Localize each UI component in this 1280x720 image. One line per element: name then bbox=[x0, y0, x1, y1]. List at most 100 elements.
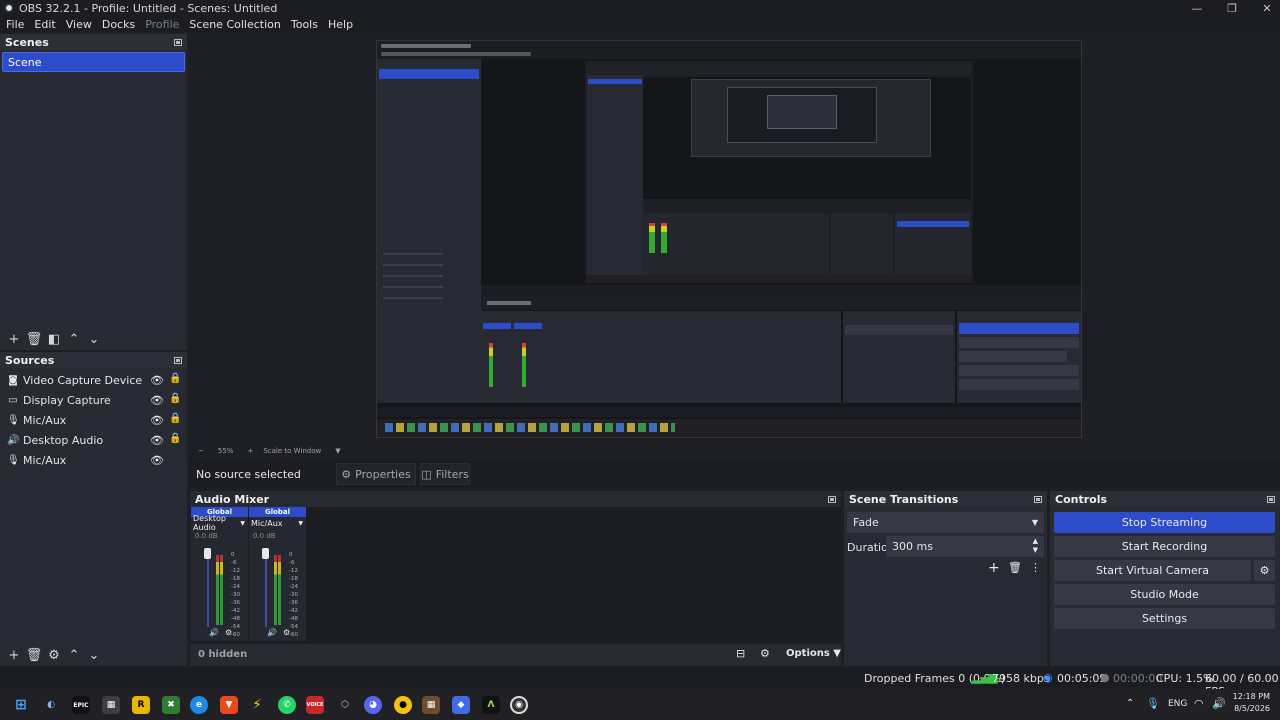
start-virtual-camera-button[interactable]: Start Virtual Camera bbox=[1054, 560, 1251, 581]
virtual-camera-settings-button[interactable]: ⚙ bbox=[1254, 560, 1275, 581]
nested-inner-meter-2 bbox=[661, 223, 667, 253]
source-item-desktop-audio[interactable]: 🔊 Desktop Audio 👁 🔒 bbox=[0, 430, 187, 450]
voice-app-icon[interactable]: VOICE bbox=[306, 696, 324, 714]
xbox-icon[interactable]: ✖ bbox=[162, 696, 180, 714]
duration-spinbox[interactable]: 300 ms ▲ ▼ bbox=[886, 536, 1044, 557]
zoom-in-button[interactable]: + bbox=[247, 447, 253, 455]
maximize-button[interactable]: ❐ bbox=[1215, 0, 1249, 16]
source-item-mic-aux[interactable]: 🎙 Mic/Aux 👁 🔒 bbox=[0, 410, 187, 430]
add-source-button[interactable]: + bbox=[4, 645, 24, 665]
options-button[interactable]: Options ▼ bbox=[786, 648, 841, 659]
lock-icon[interactable]: 🔒 bbox=[169, 373, 181, 384]
start-recording-button[interactable]: Start Recording bbox=[1054, 536, 1275, 557]
minimize-button[interactable]: — bbox=[1180, 0, 1214, 16]
add-transition-button[interactable]: + bbox=[988, 560, 1000, 576]
more-options-icon[interactable]: ⋮ bbox=[1030, 561, 1041, 574]
level-meter bbox=[216, 555, 219, 625]
transition-select[interactable]: Fade ▼ bbox=[847, 512, 1044, 533]
menu-docks[interactable]: Docks bbox=[97, 18, 140, 31]
mixer-layout-button[interactable]: ⊟ bbox=[736, 647, 745, 660]
source-item-mic-aux-2[interactable]: 🎙 Mic/Aux 👁 bbox=[0, 450, 187, 470]
properties-button[interactable]: ⚙ Properties bbox=[336, 463, 416, 485]
menu-view[interactable]: View bbox=[61, 18, 97, 31]
epic-games-icon[interactable]: EPIC bbox=[72, 696, 90, 714]
eye-icon[interactable]: 👁 bbox=[150, 374, 164, 387]
scene-filters-button[interactable]: ◧ bbox=[44, 329, 64, 349]
eye-icon[interactable]: 👁 bbox=[150, 414, 164, 427]
speaker-icon[interactable]: 🔊 bbox=[209, 628, 219, 637]
scale-mode-select[interactable]: Scale to Window bbox=[263, 447, 321, 455]
windows-start-icon[interactable]: ⊞ bbox=[12, 696, 30, 714]
menu-tools[interactable]: Tools bbox=[286, 18, 323, 31]
zoom-out-button[interactable]: − bbox=[198, 447, 204, 455]
filters-button[interactable]: ◫ Filters bbox=[420, 463, 470, 485]
remove-source-button[interactable]: 🗑 bbox=[24, 645, 44, 665]
discord-icon[interactable]: ◕ bbox=[364, 696, 382, 714]
volume-tray-icon[interactable]: 🔊 bbox=[1212, 697, 1226, 710]
volume-slider-handle[interactable] bbox=[262, 548, 269, 559]
undock-icon[interactable] bbox=[174, 38, 182, 46]
eye-icon[interactable]: 👁 bbox=[150, 454, 164, 467]
obs-taskbar-icon[interactable]: ◉ bbox=[510, 696, 528, 714]
stop-streaming-button[interactable]: Stop Streaming bbox=[1054, 512, 1275, 533]
move-scene-up-button[interactable]: ⌃ bbox=[64, 329, 84, 349]
edge-icon[interactable]: e bbox=[190, 696, 208, 714]
minecraft-icon[interactable]: ▦ bbox=[422, 696, 440, 714]
r-app-icon[interactable]: R bbox=[132, 696, 150, 714]
chevron-down-icon[interactable]: ▼ bbox=[240, 520, 245, 527]
volume-slider-track[interactable] bbox=[265, 551, 267, 627]
menu-file[interactable]: File bbox=[1, 18, 29, 31]
volume-slider-handle[interactable] bbox=[204, 548, 211, 559]
gear-icon[interactable]: ⚙ bbox=[225, 628, 232, 637]
chevron-up-icon[interactable]: ⌃ bbox=[1126, 698, 1134, 709]
scene-item[interactable]: Scene bbox=[2, 52, 185, 72]
whatsapp-icon[interactable]: ✆ bbox=[278, 696, 296, 714]
remove-scene-button[interactable]: 🗑 bbox=[24, 329, 44, 349]
chevron-down-icon[interactable]: ▼ bbox=[335, 447, 340, 455]
undock-icon[interactable] bbox=[174, 356, 182, 364]
studio-mode-button[interactable]: Studio Mode bbox=[1054, 584, 1275, 605]
eye-icon[interactable]: 👁 bbox=[150, 394, 164, 407]
move-scene-down-button[interactable]: ⌄ bbox=[84, 329, 104, 349]
menu-scene-collection[interactable]: Scene Collection bbox=[184, 18, 285, 31]
steam-icon[interactable]: ◐ bbox=[42, 696, 60, 714]
eye-icon[interactable]: 👁 bbox=[150, 434, 164, 447]
source-properties-button[interactable]: ⚙ bbox=[44, 645, 64, 665]
clock-time[interactable]: 12:18 PM bbox=[1232, 692, 1270, 701]
source-item-video-capture[interactable]: ◙ Video Capture Device 👁 🔒 bbox=[0, 370, 187, 390]
microphone-tray-icon[interactable]: 🎙 bbox=[1146, 697, 1160, 710]
lock-icon[interactable]: 🔒 bbox=[169, 433, 181, 444]
wifi-icon[interactable]: ◠ bbox=[1194, 697, 1204, 710]
settings-button[interactable]: Settings bbox=[1054, 608, 1275, 629]
remove-transition-button[interactable]: 🗑 bbox=[1008, 561, 1022, 574]
undock-icon[interactable] bbox=[1267, 495, 1275, 503]
volume-slider-track[interactable] bbox=[207, 551, 209, 627]
move-source-up-button[interactable]: ⌃ bbox=[64, 645, 84, 665]
lock-icon[interactable]: 🔒 bbox=[169, 413, 181, 424]
advanced-audio-button[interactable]: ⚙ bbox=[760, 647, 770, 660]
menu-edit[interactable]: Edit bbox=[29, 18, 60, 31]
menu-help[interactable]: Help bbox=[323, 18, 358, 31]
language-indicator[interactable]: ENG bbox=[1168, 699, 1187, 709]
unity-icon[interactable]: ⬡ bbox=[336, 696, 354, 714]
close-button[interactable]: ✕ bbox=[1250, 0, 1280, 16]
stepper-icon[interactable]: ▲ ▼ bbox=[1033, 537, 1038, 555]
yellow-app-icon[interactable]: ● bbox=[394, 696, 412, 714]
add-scene-button[interactable]: + bbox=[4, 329, 24, 349]
store-icon[interactable]: ▦ bbox=[102, 696, 120, 714]
blue-app-icon[interactable]: ◆ bbox=[452, 696, 470, 714]
menu-profile[interactable]: Profile bbox=[140, 18, 184, 31]
brave-icon[interactable]: ▼ bbox=[220, 696, 238, 714]
source-item-display-capture[interactable]: ▭ Display Capture 👁 🔒 bbox=[0, 390, 187, 410]
lightning-icon[interactable]: ⚡ bbox=[248, 696, 266, 714]
undock-icon[interactable] bbox=[1034, 495, 1042, 503]
db-scale-tick: 0 bbox=[231, 552, 235, 558]
terminal-app-icon[interactable]: Λ bbox=[482, 696, 500, 714]
gear-icon[interactable]: ⚙ bbox=[283, 628, 290, 637]
undock-icon[interactable] bbox=[828, 495, 836, 503]
speaker-icon[interactable]: 🔊 bbox=[267, 628, 277, 637]
chevron-down-icon[interactable]: ▼ bbox=[298, 520, 303, 527]
clock-date[interactable]: 8/5/2026 bbox=[1232, 704, 1270, 713]
lock-icon[interactable]: 🔒 bbox=[169, 393, 181, 404]
move-source-down-button[interactable]: ⌄ bbox=[84, 645, 104, 665]
